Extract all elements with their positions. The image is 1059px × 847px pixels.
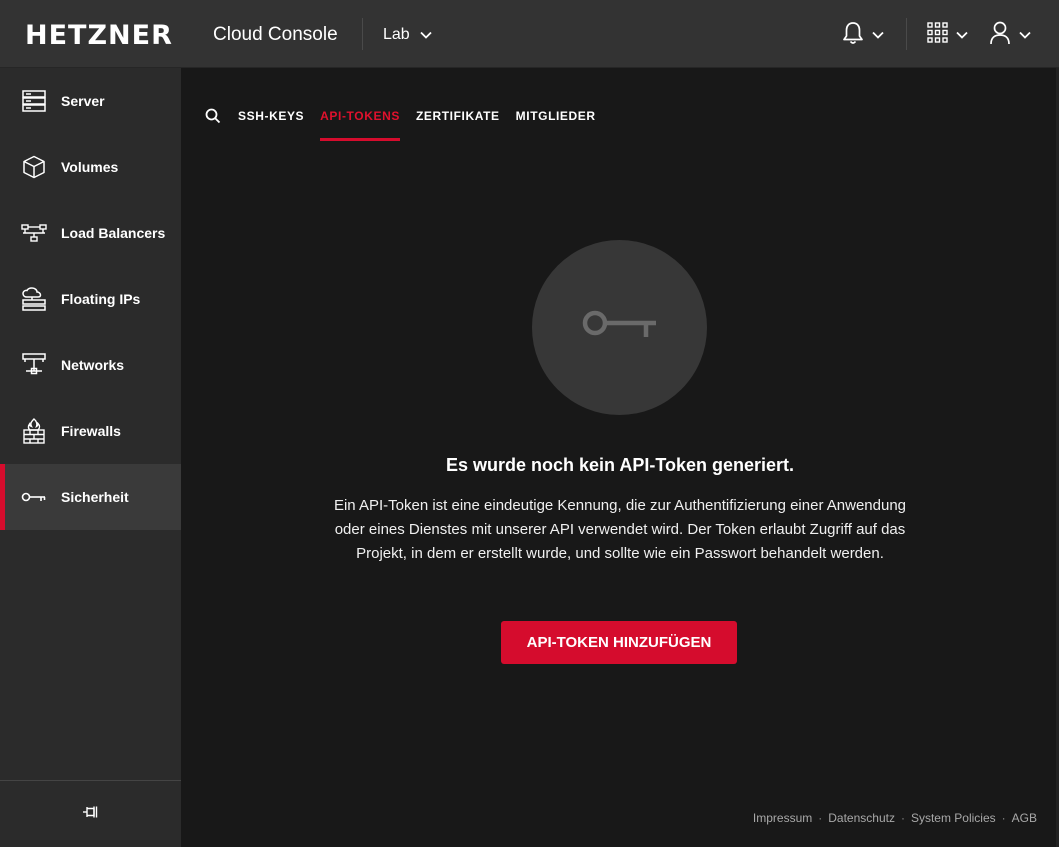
key-icon (582, 309, 658, 346)
sidebar-item-floating-ips[interactable]: Floating IPs (0, 266, 181, 332)
chevron-down-icon (1019, 31, 1031, 39)
bell-icon (842, 21, 864, 50)
product-title: Cloud Console (213, 24, 338, 45)
sidebar-item-label: Server (61, 93, 105, 109)
divider (362, 18, 363, 50)
sidebar-item-label: Floating IPs (61, 291, 141, 307)
footer-link-system-policies[interactable]: System Policies (911, 811, 996, 825)
tab-ssh-keys[interactable]: SSH-KEYS (238, 105, 304, 141)
project-name: Lab (383, 26, 410, 43)
server-icon (21, 88, 47, 114)
section-tabs: SSH-KEYS API-TOKENS ZERTIFIKATE MITGLIED… (205, 105, 612, 141)
tab-api-tokens[interactable]: API-TOKENS (320, 105, 400, 141)
search-icon[interactable] (205, 105, 221, 129)
footer-link-agb[interactable]: AGB (1012, 811, 1037, 825)
key-icon (21, 484, 47, 510)
footer-link-datenschutz[interactable]: Datenschutz (828, 811, 895, 825)
sidebar-item-label: Firewalls (61, 423, 121, 439)
sidebar-item-firewalls[interactable]: Firewalls (0, 398, 181, 464)
sidebar-item-label: Volumes (61, 159, 119, 175)
empty-state-description: Ein API-Token ist eine eindeutige Kennun… (333, 497, 907, 562)
sidebar-item-networks[interactable]: Networks (0, 332, 181, 398)
chevron-down-icon (420, 31, 432, 39)
chevron-down-icon (872, 31, 884, 39)
sidebar-item-server[interactable]: Server (0, 68, 181, 134)
user-icon (989, 21, 1011, 50)
sidebar-item-sicherheit[interactable]: Sicherheit (0, 464, 181, 530)
empty-state-title: Es wurde noch kein API-Token generiert. (445, 455, 795, 475)
footer-separator: · (900, 811, 905, 825)
sidebar-item-label: Networks (61, 357, 125, 373)
hetzner-logo[interactable]: HETZNER (25, 22, 173, 49)
footer-separator: · (818, 811, 823, 825)
apps-menu-button[interactable] (927, 20, 968, 50)
tab-mitglieder[interactable]: MITGLIEDER (516, 105, 596, 141)
footer-links: Impressum · Datenschutz · System Policie… (753, 811, 1037, 825)
project-selector[interactable]: Lab (383, 24, 432, 46)
floating-ip-icon (21, 286, 47, 312)
tab-zertifikate[interactable]: ZERTIFIKATE (416, 105, 500, 141)
sidebar: Server Volumes Load Balancers Floating I… (0, 68, 181, 847)
load-balancer-icon (21, 220, 47, 246)
sidebar-item-label: Load Balancers (61, 225, 166, 241)
sidebar-item-volumes[interactable]: Volumes (0, 134, 181, 200)
grid-icon (927, 22, 948, 48)
add-api-token-button[interactable]: API-TOKEN HINZUFÜGEN (501, 621, 737, 664)
firewall-icon (21, 418, 47, 444)
user-menu-button[interactable] (989, 20, 1031, 50)
top-bar: HETZNER Cloud Console Lab (0, 0, 1059, 68)
empty-state-illustration (532, 240, 707, 415)
sidebar-item-load-balancers[interactable]: Load Balancers (0, 200, 181, 266)
footer-separator: · (1001, 811, 1006, 825)
chevron-down-icon (956, 31, 968, 39)
sidebar-footer (0, 780, 181, 847)
notifications-button[interactable] (842, 20, 884, 50)
divider (906, 18, 907, 50)
pin-icon[interactable] (82, 805, 100, 824)
network-icon (21, 352, 47, 378)
cube-icon (21, 154, 47, 180)
footer-link-impressum[interactable]: Impressum (753, 811, 812, 825)
sidebar-item-label: Sicherheit (61, 489, 129, 505)
